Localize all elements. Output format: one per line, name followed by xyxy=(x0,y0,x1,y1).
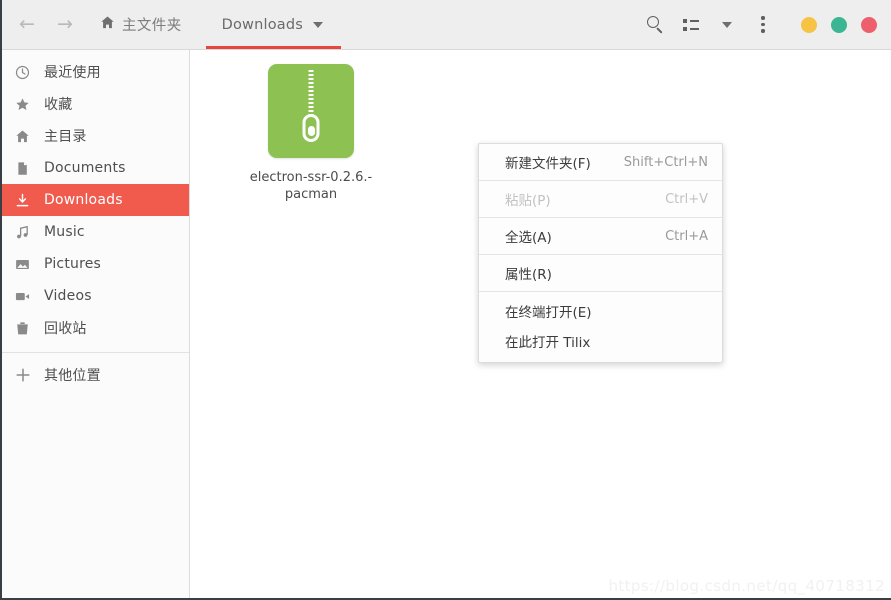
file-name-line2: pacman xyxy=(284,187,338,202)
watermark: https://blog.csdn.net/qq_40718312 xyxy=(608,577,885,595)
context-menu[interactable]: 新建文件夹(F) Shift+Ctrl+N 粘贴(P) Ctrl+V 全选(A)… xyxy=(478,143,723,363)
clock-icon xyxy=(14,64,31,81)
menu-item-label: 粘贴(P) xyxy=(505,193,551,209)
search-icon[interactable] xyxy=(637,7,673,43)
sidebar-item-other-locations[interactable]: 其他位置 xyxy=(0,359,189,391)
menu-item-accel: Shift+Ctrl+N xyxy=(623,154,708,170)
file-item[interactable]: electron-ssr-0.2.6.- pacman xyxy=(241,64,381,203)
menu-item-accel: Ctrl+A xyxy=(665,228,708,244)
tab-active-underline xyxy=(205,46,342,49)
sidebar: 最近使用 收藏 主目录 Documents Downloads Music Pi… xyxy=(0,50,190,600)
picture-icon xyxy=(14,256,31,273)
sidebar-item-home[interactable]: 主目录 xyxy=(0,120,189,152)
file-name-line1: electron-ssr-0.2.6.- xyxy=(249,170,373,185)
sidebar-item-label: 其他位置 xyxy=(44,368,101,384)
menu-item-label: 在终端打开(E) xyxy=(505,305,592,321)
sidebar-item-label: 收藏 xyxy=(44,97,73,113)
menu-item-accel: Ctrl+V xyxy=(665,191,708,207)
chevron-down-icon[interactable] xyxy=(313,21,324,28)
menu-item-properties[interactable]: 属性(R) xyxy=(479,255,722,291)
window-maximize-button[interactable] xyxy=(831,16,847,33)
sidebar-divider xyxy=(0,352,189,353)
back-icon[interactable]: ← xyxy=(10,8,44,42)
tab-downloads-label: Downloads xyxy=(221,16,304,33)
forward-icon[interactable]: → xyxy=(48,8,82,42)
document-icon xyxy=(14,160,31,177)
menu-item-label: 全选(A) xyxy=(505,230,552,246)
sidebar-item-label: Pictures xyxy=(44,256,102,272)
trash-icon xyxy=(14,320,31,337)
sidebar-item-label: 主目录 xyxy=(44,129,87,145)
sidebar-item-label: 回收站 xyxy=(44,321,87,337)
sidebar-item-trash[interactable]: 回收站 xyxy=(0,312,189,344)
music-icon xyxy=(14,224,31,241)
home-icon xyxy=(14,128,31,145)
menu-item-paste: 粘贴(P) Ctrl+V xyxy=(479,181,722,217)
menu-item-label: 在此打开 Tilix xyxy=(505,335,591,351)
list-view-icon[interactable] xyxy=(673,7,709,43)
sidebar-item-label: 最近使用 xyxy=(44,65,101,81)
zipper-track xyxy=(308,70,314,118)
menu-item-open-in-terminal[interactable]: 在终端打开(E) xyxy=(479,296,722,326)
plus-icon xyxy=(14,367,31,384)
menu-item-open-in-tilix[interactable]: 在此打开 Tilix xyxy=(479,326,722,356)
sidebar-item-documents[interactable]: Documents xyxy=(0,152,189,184)
menu-item-label: 属性(R) xyxy=(505,267,552,283)
header-actions xyxy=(637,7,891,43)
archive-zip-icon xyxy=(268,64,354,158)
view-options-chevron-down-icon[interactable] xyxy=(709,7,745,43)
star-icon xyxy=(14,96,31,113)
sidebar-item-music[interactable]: Music xyxy=(0,216,189,248)
window-close-button[interactable] xyxy=(861,16,877,33)
home-icon xyxy=(100,15,115,34)
sidebar-item-recent[interactable]: 最近使用 xyxy=(0,56,189,88)
video-icon xyxy=(14,288,31,305)
menu-item-new-folder[interactable]: 新建文件夹(F) Shift+Ctrl+N xyxy=(479,144,722,180)
breadcrumb-home[interactable]: 主文件夹 xyxy=(96,0,186,49)
zipper-pull xyxy=(302,114,320,142)
file-name: electron-ssr-0.2.6.- pacman xyxy=(240,169,382,203)
sidebar-item-downloads[interactable]: Downloads xyxy=(0,184,189,216)
sidebar-item-label: Documents xyxy=(44,160,126,176)
menu-item-select-all[interactable]: 全选(A) Ctrl+A xyxy=(479,218,722,254)
sidebar-item-label: Music xyxy=(44,224,85,240)
breadcrumb-home-label: 主文件夹 xyxy=(122,18,182,34)
sidebar-item-videos[interactable]: Videos xyxy=(0,280,189,312)
header-bar: ← → 主文件夹 Downloads xyxy=(0,0,891,50)
file-manager-window: ← → 主文件夹 Downloads 最近使用 收藏 主目录 Documents… xyxy=(0,0,891,600)
menu-item-label: 新建文件夹(F) xyxy=(505,156,591,172)
sidebar-item-favorites[interactable]: 收藏 xyxy=(0,88,189,120)
overflow-menu-icon[interactable] xyxy=(745,7,781,43)
tab-downloads[interactable]: Downloads xyxy=(205,0,342,49)
sidebar-item-pictures[interactable]: Pictures xyxy=(0,248,189,280)
window-minimize-button[interactable] xyxy=(801,16,817,33)
download-icon xyxy=(14,192,31,209)
window-left-edge xyxy=(0,0,2,600)
menu-group-terminal: 在终端打开(E) 在此打开 Tilix xyxy=(479,292,722,362)
sidebar-item-label: Downloads xyxy=(44,192,123,208)
sidebar-item-label: Videos xyxy=(44,288,92,304)
